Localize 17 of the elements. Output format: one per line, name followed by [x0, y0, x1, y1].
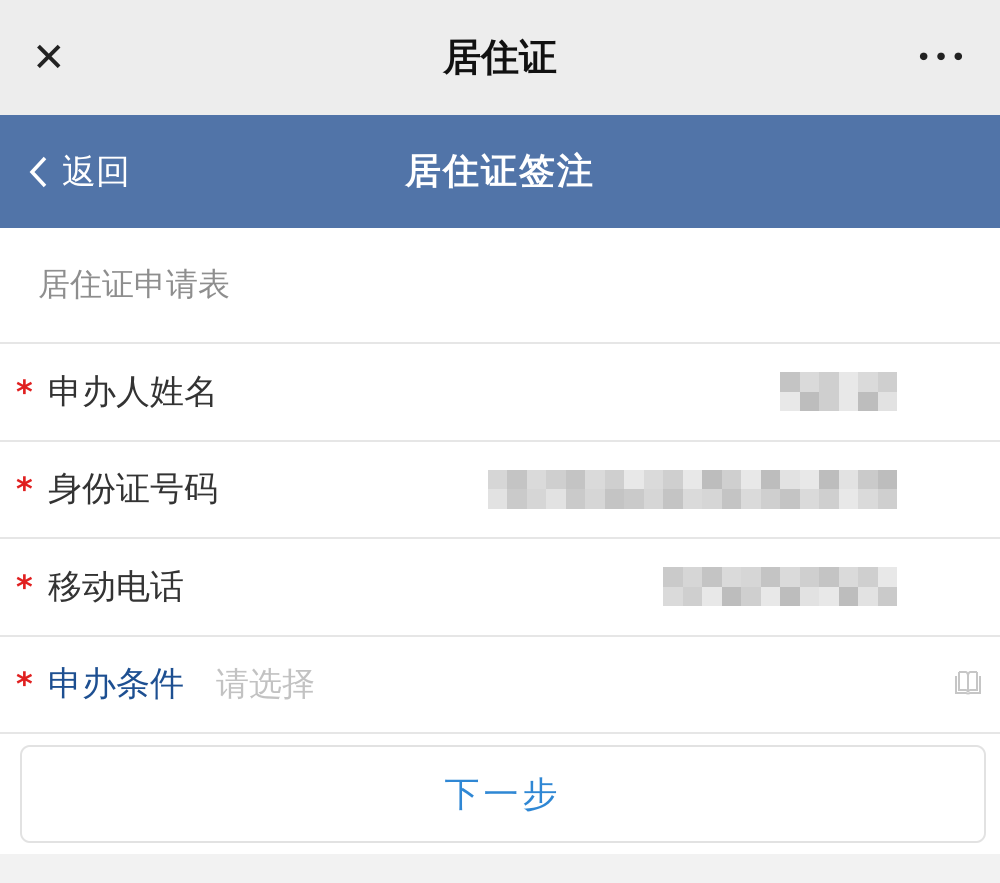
section-title: 居住证申请表 — [0, 228, 1000, 344]
required-mark: * — [16, 568, 34, 606]
field-label: 申办条件 — [48, 663, 184, 706]
window-title: 居住证 — [443, 34, 557, 81]
back-icon — [28, 154, 48, 188]
field-label: 身份证号码 — [48, 468, 218, 512]
form-row[interactable]: * 申办条件 请选择 — [0, 636, 1000, 734]
next-button[interactable]: 下一步 — [20, 745, 986, 843]
field-label: 申办人姓名 — [48, 370, 218, 414]
back-button[interactable]: 返回 — [28, 148, 130, 194]
required-mark: * — [16, 665, 34, 704]
page-title: 居住证签注 — [405, 150, 595, 194]
required-mark: * — [16, 372, 34, 411]
more-button[interactable]: ••• — [912, 42, 972, 72]
close-button[interactable]: ✕ — [28, 34, 70, 80]
field-label: 移动电话 — [48, 566, 184, 609]
required-mark: * — [16, 470, 34, 508]
